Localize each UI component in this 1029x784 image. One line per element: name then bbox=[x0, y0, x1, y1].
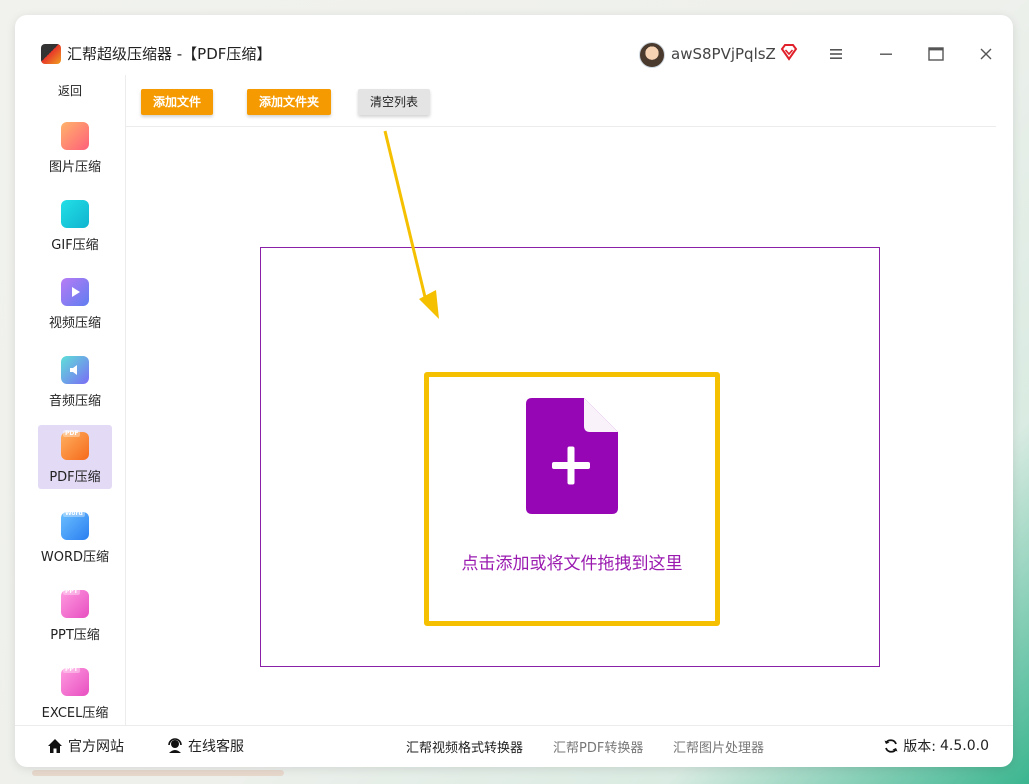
video-converter-link[interactable]: 汇帮视频格式转换器 bbox=[406, 737, 523, 756]
sidebar-item-excel[interactable]: PPT EXCEL压缩 bbox=[38, 661, 112, 725]
drop-zone-text: 点击添加或将文件拖拽到这里 bbox=[461, 554, 683, 574]
app-window: 汇帮超级压缩器 -【PDF压缩】 awS8PVjPqlsZ 返回 图片压缩 GI… bbox=[15, 15, 1013, 767]
back-button[interactable]: 返回 bbox=[15, 82, 125, 99]
sidebar-item-image[interactable]: 图片压缩 bbox=[38, 115, 112, 179]
sidebar-item-label: PDF压缩 bbox=[49, 470, 101, 485]
vip-diamond-icon[interactable] bbox=[779, 42, 799, 62]
website-link[interactable]: 官方网站 bbox=[46, 736, 124, 756]
menu-icon[interactable] bbox=[825, 43, 847, 65]
gif-icon bbox=[61, 200, 89, 228]
clear-list-button[interactable]: 清空列表 bbox=[358, 89, 431, 115]
sidebar-item-label: 图片压缩 bbox=[48, 160, 101, 175]
sidebar-item-gif[interactable]: GIF压缩 bbox=[38, 193, 112, 257]
sidebar-item-label: PPT压缩 bbox=[50, 628, 100, 643]
sidebar-item-label: 视频压缩 bbox=[48, 316, 101, 331]
sidebar-item-pdf[interactable]: PDF PDF压缩 bbox=[38, 425, 112, 489]
ppt-icon: PPT bbox=[61, 588, 89, 618]
word-icon: Word bbox=[61, 510, 89, 540]
excel-icon: PPT bbox=[61, 666, 89, 696]
word-tag: Word bbox=[63, 510, 85, 517]
sidebar: 返回 图片压缩 GIF压缩 视频压缩 音频压缩 PDF PDF压缩 Word W… bbox=[15, 75, 126, 725]
footer: 官方网站 在线客服 汇帮视频格式转换器 汇帮PDF转换器 汇帮图片处理器 版本:… bbox=[15, 725, 1013, 767]
version-info: 版本: 4.5.0.0 bbox=[883, 736, 989, 756]
ppt-tag: PPT bbox=[63, 588, 80, 595]
sidebar-item-ppt[interactable]: PPT PPT压缩 bbox=[38, 583, 112, 647]
support-link[interactable]: 在线客服 bbox=[166, 736, 244, 756]
title-bar: 汇帮超级压缩器 -【PDF压缩】 awS8PVjPqlsZ bbox=[15, 15, 1013, 75]
image-icon bbox=[61, 122, 89, 150]
sidebar-item-video[interactable]: 视频压缩 bbox=[38, 271, 112, 335]
version-label: 版本: bbox=[903, 739, 937, 755]
excel-tag: PPT bbox=[63, 666, 80, 673]
headset-icon bbox=[168, 738, 182, 753]
minimize-icon[interactable] bbox=[875, 43, 897, 65]
video-icon bbox=[61, 278, 89, 306]
drop-zone[interactable]: 点击添加或将文件拖拽到这里 bbox=[424, 372, 720, 626]
pdf-icon: PDF bbox=[61, 430, 89, 460]
pdf-converter-link[interactable]: 汇帮PDF转换器 bbox=[553, 737, 643, 756]
sidebar-item-label: GIF压缩 bbox=[51, 238, 99, 253]
sidebar-item-label: 音频压缩 bbox=[48, 394, 101, 409]
maximize-icon[interactable] bbox=[925, 43, 947, 65]
sidebar-item-label: EXCEL压缩 bbox=[41, 706, 109, 721]
image-processor-link[interactable]: 汇帮图片处理器 bbox=[673, 737, 764, 756]
app-logo-icon bbox=[41, 44, 61, 64]
sidebar-item-audio[interactable]: 音频压缩 bbox=[38, 349, 112, 413]
avatar[interactable] bbox=[639, 42, 665, 68]
add-file-button[interactable]: 添加文件 bbox=[141, 89, 214, 115]
add-folder-button[interactable]: 添加文件夹 bbox=[247, 89, 332, 115]
version-number: 4.5.0.0 bbox=[940, 738, 989, 754]
toolbar: 添加文件 添加文件夹 清空列表 bbox=[126, 75, 996, 127]
add-file-icon bbox=[526, 398, 618, 514]
sidebar-item-word[interactable]: Word WORD压缩 bbox=[38, 505, 112, 569]
support-label: 在线客服 bbox=[188, 739, 244, 755]
username[interactable]: awS8PVjPqlsZ bbox=[671, 44, 776, 64]
audio-icon bbox=[61, 356, 89, 384]
window-title: 汇帮超级压缩器 -【PDF压缩】 bbox=[67, 45, 272, 63]
pdf-tag: PDF bbox=[63, 430, 81, 437]
website-label: 官方网站 bbox=[68, 739, 124, 755]
refresh-icon[interactable] bbox=[883, 738, 899, 754]
sidebar-item-label: WORD压缩 bbox=[40, 550, 110, 565]
background-strip bbox=[32, 770, 284, 776]
close-icon[interactable] bbox=[975, 43, 997, 65]
home-icon bbox=[48, 739, 62, 753]
